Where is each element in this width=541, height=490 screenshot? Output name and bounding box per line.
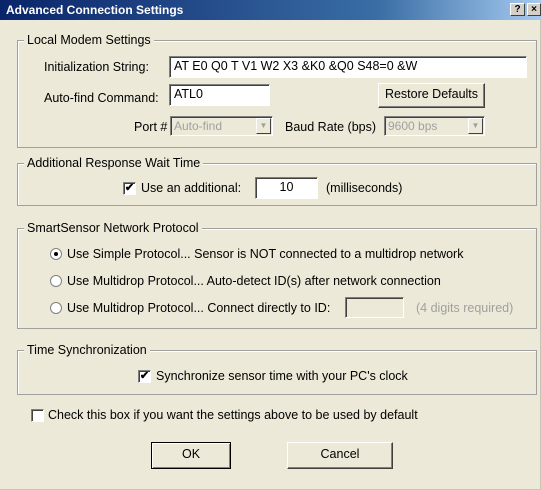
multidrop-direct-radio[interactable] xyxy=(50,302,62,314)
wait-time-legend: Additional Response Wait Time xyxy=(24,156,204,170)
sync-time-checkbox[interactable]: ✔ xyxy=(138,370,151,383)
init-string-input[interactable]: AT E0 Q0 T V1 W2 X3 &K0 &Q0 S48=0 &W xyxy=(169,56,527,78)
use-additional-checkbox[interactable]: ✔ xyxy=(123,182,136,195)
simple-protocol-label[interactable]: Use Simple Protocol... Sensor is NOT con… xyxy=(67,247,463,261)
checkmark-icon: ✔ xyxy=(124,182,135,194)
use-as-default-checkbox[interactable] xyxy=(31,409,44,422)
multidrop-autodetect-label[interactable]: Use Multidrop Protocol... Auto-detect ID… xyxy=(67,274,441,288)
port-label: Port # xyxy=(134,120,168,134)
restore-defaults-button[interactable]: Restore Defaults xyxy=(378,83,485,108)
sensor-id-hint: (4 digits required) xyxy=(416,301,514,315)
help-button[interactable]: ? xyxy=(510,3,525,16)
dialog-window: Advanced Connection Settings ? × Local M… xyxy=(0,0,541,490)
multidrop-direct-label[interactable]: Use Multidrop Protocol... Connect direct… xyxy=(67,301,330,315)
sync-time-label[interactable]: Synchronize sensor time with your PC's c… xyxy=(156,369,408,383)
port-select[interactable]: Auto-find ▼ xyxy=(170,116,273,136)
baud-rate-label: Baud Rate (bps) xyxy=(285,120,377,134)
window-title: Advanced Connection Settings xyxy=(6,3,184,17)
wait-time-input[interactable]: 10 xyxy=(255,177,318,199)
chevron-down-icon[interactable]: ▼ xyxy=(256,118,271,134)
baud-rate-select[interactable]: 9600 bps ▼ xyxy=(384,116,485,136)
wait-time-unit: (milliseconds) xyxy=(326,181,403,195)
simple-protocol-radio[interactable] xyxy=(50,248,62,260)
network-protocol-legend: SmartSensor Network Protocol xyxy=(24,221,202,235)
ok-button[interactable]: OK xyxy=(151,442,231,469)
sensor-id-input[interactable] xyxy=(345,297,404,318)
baud-rate-select-value: 9600 bps xyxy=(388,119,438,133)
multidrop-autodetect-radio[interactable] xyxy=(50,275,62,287)
port-select-value: Auto-find xyxy=(174,119,223,133)
close-button[interactable]: × xyxy=(527,3,541,16)
cancel-button[interactable]: Cancel xyxy=(287,442,393,469)
autofind-command-label: Auto-find Command: xyxy=(44,91,159,105)
title-bar[interactable]: Advanced Connection Settings ? × xyxy=(0,0,541,20)
time-sync-legend: Time Synchronization xyxy=(24,343,150,357)
checkmark-icon: ✔ xyxy=(139,370,150,382)
chevron-down-icon[interactable]: ▼ xyxy=(468,118,483,134)
local-modem-settings-legend: Local Modem Settings xyxy=(24,33,154,47)
use-as-default-label[interactable]: Check this box if you want the settings … xyxy=(48,408,418,422)
init-string-label: Initialization String: xyxy=(44,60,149,74)
use-additional-label[interactable]: Use an additional: xyxy=(141,181,241,195)
autofind-command-input[interactable]: ATL0 xyxy=(169,84,270,106)
